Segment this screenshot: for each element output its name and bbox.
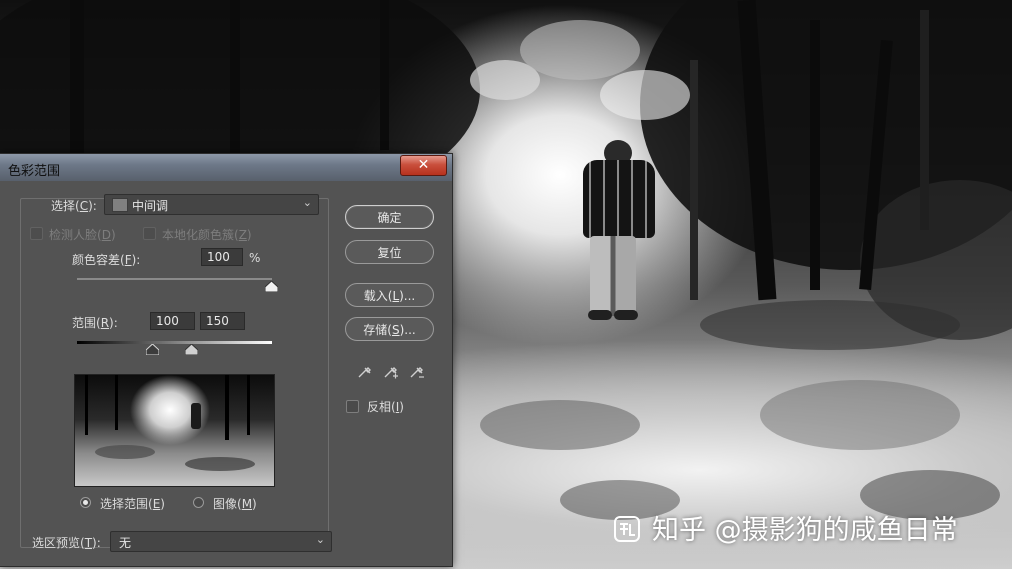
- ok-button[interactable]: 确定: [345, 205, 434, 229]
- detect-faces-checkbox[interactable]: [30, 227, 43, 240]
- close-icon: ✕: [417, 157, 430, 173]
- radio-selection-label: 选择范围(E): [100, 497, 165, 511]
- eyedropper-plus-icon[interactable]: [382, 362, 400, 380]
- invert-label: 反相(I): [367, 400, 404, 414]
- radio-image-label: 图像(M): [213, 497, 257, 511]
- options-group: [20, 198, 329, 548]
- dialog-title: 色彩范围: [8, 164, 61, 179]
- detect-faces-label: 检测人脸(D): [49, 228, 116, 242]
- selection-preview-value: 无: [119, 536, 132, 550]
- load-button[interactable]: 载入(L)...: [345, 283, 434, 307]
- range-high-thumb[interactable]: [185, 344, 198, 355]
- select-value: 中间调: [132, 199, 169, 213]
- select-label: 选择(C):: [51, 199, 97, 213]
- watermark-text: 知乎 @摄影狗的咸鱼日常: [652, 515, 958, 546]
- chevron-down-icon: ⌄: [302, 196, 312, 209]
- color-range-dialog: 色彩范围 ✕ 选择(C): 中间调 ⌄ 检测人脸(D) 本地化颜色簇(Z) 颜色…: [0, 153, 453, 567]
- selection-preview-image: [74, 374, 275, 487]
- fuzziness-unit: %: [249, 251, 261, 265]
- fuzziness-label: 颜色容差(F):: [72, 253, 141, 267]
- range-high-input[interactable]: 150: [200, 312, 245, 330]
- fuzziness-input[interactable]: 100: [201, 248, 243, 266]
- save-button[interactable]: 存储(S)...: [345, 317, 434, 341]
- reset-button[interactable]: 复位: [345, 240, 434, 264]
- fuzziness-slider-track[interactable]: [77, 278, 272, 280]
- eyedropper-icon[interactable]: [356, 362, 374, 380]
- range-label: 范围(R):: [72, 316, 118, 330]
- radio-image[interactable]: [193, 497, 204, 508]
- selection-preview-dropdown[interactable]: 无 ⌄: [110, 531, 332, 552]
- selection-preview-label: 选区预览(T):: [32, 536, 101, 550]
- zhihu-logo-icon: [614, 516, 640, 542]
- color-swatch: [112, 198, 128, 212]
- close-button[interactable]: ✕: [400, 155, 447, 176]
- invert-checkbox[interactable]: [346, 400, 359, 413]
- radio-selection[interactable]: [80, 497, 91, 508]
- chevron-down-icon: ⌄: [315, 533, 325, 546]
- range-low-thumb[interactable]: [146, 344, 159, 355]
- fuzziness-slider-thumb[interactable]: [265, 281, 278, 292]
- watermark: 知乎 @摄影狗的咸鱼日常: [614, 508, 958, 547]
- title-bar[interactable]: 色彩范围 ✕: [0, 154, 452, 181]
- select-dropdown[interactable]: 中间调 ⌄: [104, 194, 319, 215]
- eyedropper-minus-icon[interactable]: [408, 362, 426, 380]
- range-slider-track[interactable]: [77, 341, 272, 344]
- localized-clusters-label: 本地化颜色簇(Z): [162, 228, 252, 242]
- range-low-input[interactable]: 100: [150, 312, 195, 330]
- localized-clusters-checkbox[interactable]: [143, 227, 156, 240]
